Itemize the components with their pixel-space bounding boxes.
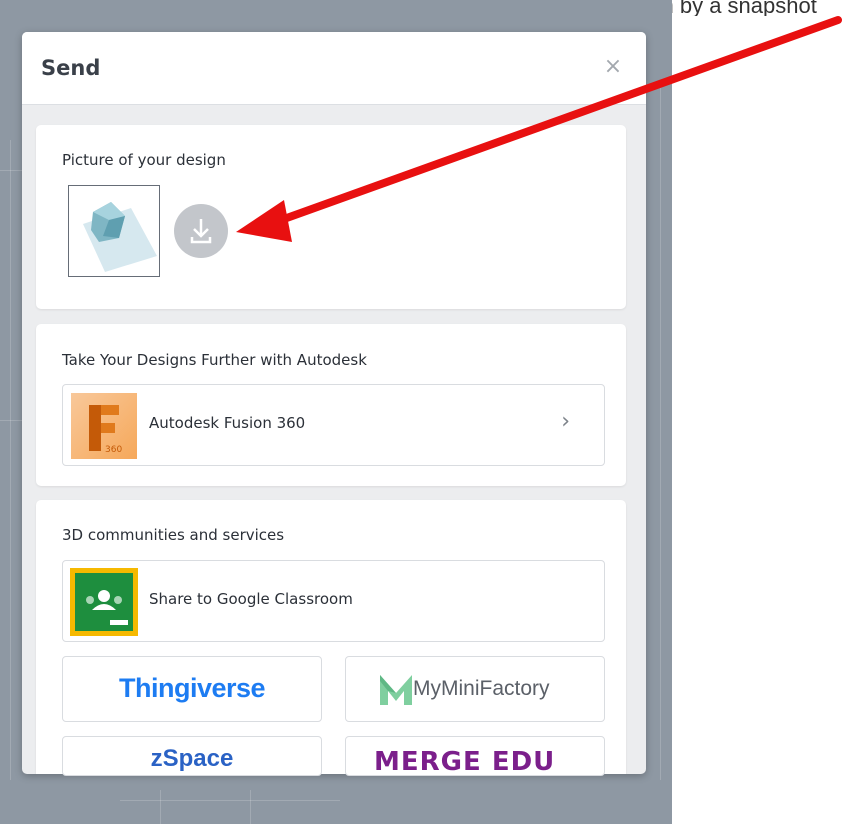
download-icon (190, 219, 212, 244)
share-google-classroom-button[interactable]: Share to Google Classroom (62, 560, 605, 642)
thingiverse-logo-text: Thingiverse (118, 673, 266, 703)
google-classroom-label: Share to Google Classroom (149, 590, 353, 608)
zspace-tile[interactable]: zSpace (62, 736, 322, 776)
thingiverse-tile[interactable]: Thingiverse (62, 656, 322, 722)
communities-section-title: 3D communities and services (62, 526, 285, 544)
design-thumbnail[interactable] (68, 185, 160, 277)
dialog-header: Send × (22, 32, 646, 105)
chevron-right-icon: › (561, 409, 570, 434)
merge-edu-logo-text: MERGE EDU (374, 747, 556, 776)
google-classroom-icon (70, 568, 138, 636)
zspace-logo-text: zSpace (150, 745, 234, 772)
close-button[interactable]: × (600, 54, 626, 80)
picture-section-title: Picture of your design (62, 151, 226, 169)
merge-logo-word: MERGE (374, 747, 482, 776)
merge-edu-tile[interactable]: MERGE EDU (345, 736, 605, 776)
fusion-logo-caption: 360 (105, 445, 123, 455)
autodesk-fusion-360-button[interactable]: 360 Autodesk Fusion 360 › (62, 384, 605, 466)
autodesk-section-title: Take Your Designs Further with Autodesk (62, 351, 367, 369)
fusion-360-logo-icon (71, 393, 137, 459)
edu-logo-word: EDU (491, 747, 556, 776)
design-preview-icon (83, 202, 157, 272)
dialog-title: Send (41, 56, 101, 80)
myminifactory-logo-icon (380, 675, 412, 705)
myminifactory-tile[interactable]: MyMiniFactory (345, 656, 605, 722)
myminifactory-logo-text: MyMiniFactory (413, 677, 550, 700)
download-picture-button[interactable] (174, 204, 228, 258)
fusion-360-label: Autodesk Fusion 360 (149, 414, 306, 432)
